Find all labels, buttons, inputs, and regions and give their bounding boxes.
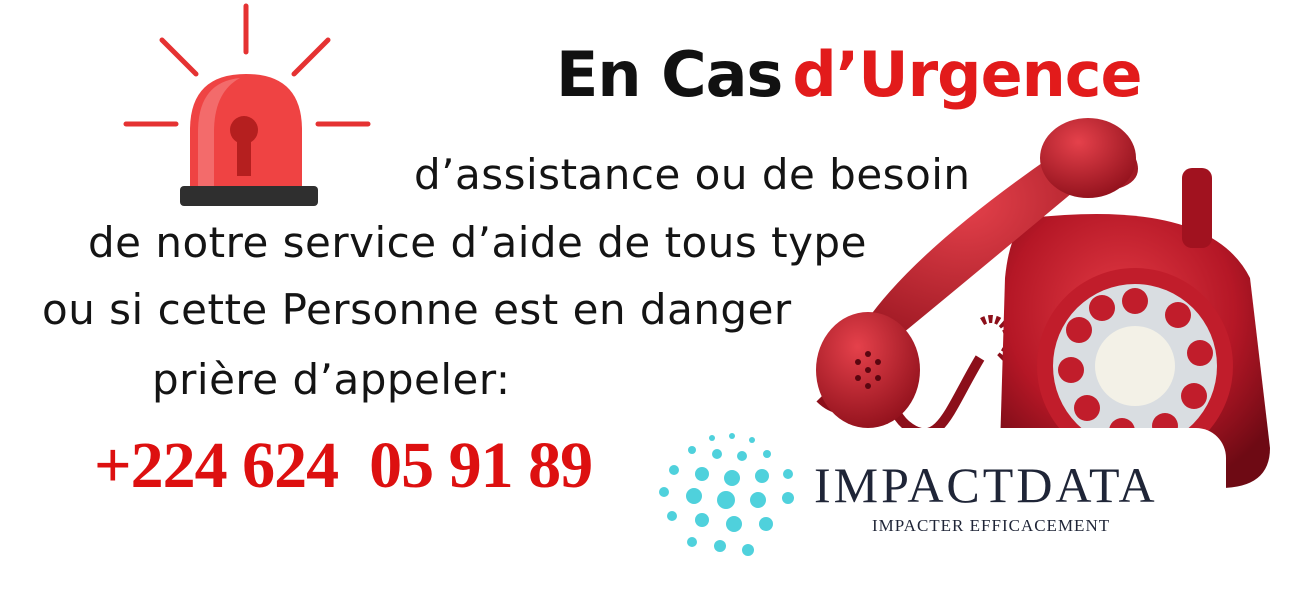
heading-part-1: En Cas [556, 38, 783, 111]
heading-part-2: d’Urgence [792, 38, 1142, 111]
text-line-2: de notre service d’aide de tous type [88, 218, 867, 267]
heading: En Cas d’Urgence [556, 38, 1143, 111]
logo-name: IMPACTDATA [814, 457, 1158, 513]
text-line-4: prière d’appeler: [152, 355, 511, 404]
siren-icon [123, 3, 371, 206]
text-line-1: d’assistance ou de besoin [414, 150, 971, 199]
phone-number[interactable]: +224 624 05 91 89 [94, 428, 593, 504]
impactdata-logo-dots [659, 433, 794, 556]
logo-tagline: IMPACTER EFFICACEMENT [872, 516, 1111, 535]
text-line-3: ou si cette Personne est en danger [42, 285, 792, 334]
